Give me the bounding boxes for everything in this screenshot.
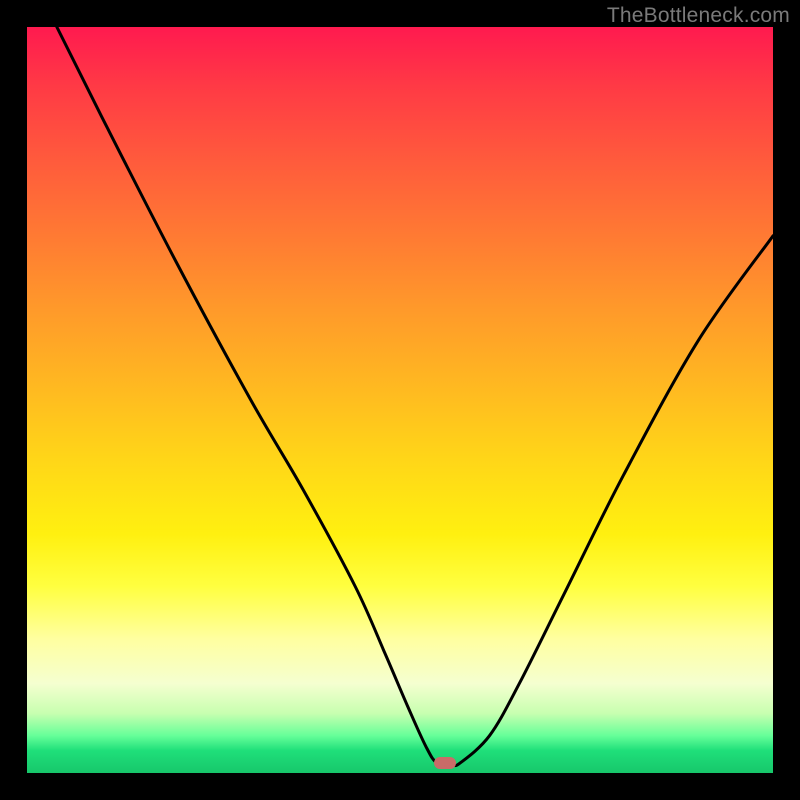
chart-frame: TheBottleneck.com (0, 0, 800, 800)
bottleneck-marker (434, 757, 456, 769)
plot-area (27, 27, 773, 773)
watermark-text: TheBottleneck.com (607, 4, 790, 28)
bottleneck-curve (27, 27, 773, 773)
